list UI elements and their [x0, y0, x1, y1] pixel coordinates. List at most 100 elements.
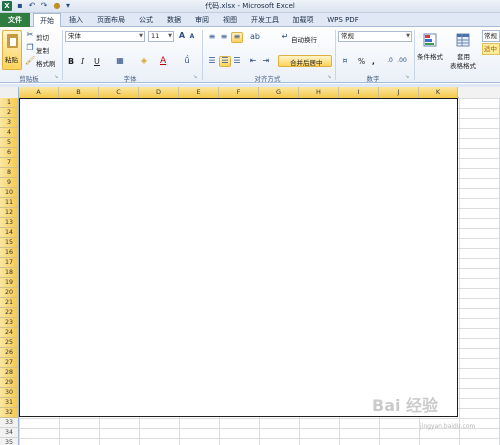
- font-launcher-icon[interactable]: ↘: [193, 74, 199, 80]
- font-name-select[interactable]: 宋体 ▼: [65, 31, 145, 42]
- font-color-button[interactable]: A: [160, 56, 166, 66]
- alignment-launcher-icon[interactable]: ↘: [327, 74, 333, 80]
- row-header-35[interactable]: 35: [0, 438, 19, 445]
- format-painter-icon[interactable]: 🖌: [25, 56, 35, 66]
- row-header-16[interactable]: 16: [0, 248, 19, 258]
- row-header-30[interactable]: 30: [0, 388, 19, 398]
- underline-button[interactable]: U: [94, 57, 100, 66]
- column-header-d[interactable]: D: [139, 87, 179, 98]
- conditional-formatting-button[interactable]: 条件格式: [417, 51, 443, 61]
- decrease-decimal-icon[interactable]: .00: [397, 56, 407, 66]
- number-launcher-icon[interactable]: ↘: [405, 74, 411, 80]
- tab-developer[interactable]: 开发工具: [246, 13, 284, 27]
- align-right-icon[interactable]: ☰: [232, 56, 242, 66]
- tab-addins[interactable]: 加载项: [288, 13, 318, 27]
- cell-style-neutral[interactable]: 适中: [482, 43, 500, 55]
- row-header-5[interactable]: 5: [0, 138, 19, 148]
- phonetic-icon[interactable]: ṹ: [182, 56, 192, 66]
- row-header-8[interactable]: 8: [0, 168, 19, 178]
- orientation-icon[interactable]: ab: [250, 32, 260, 42]
- increase-indent-icon[interactable]: ⇥: [261, 56, 271, 66]
- row-header-4[interactable]: 4: [0, 128, 19, 138]
- row-header-10[interactable]: 10: [0, 188, 19, 198]
- column-header-h[interactable]: H: [299, 87, 339, 98]
- tab-file[interactable]: 文件: [0, 13, 30, 27]
- row-header-28[interactable]: 28: [0, 368, 19, 378]
- row-header-2[interactable]: 2: [0, 108, 19, 118]
- grow-font-icon[interactable]: A: [177, 31, 187, 41]
- row-header-17[interactable]: 17: [0, 258, 19, 268]
- selected-range[interactable]: [19, 98, 458, 417]
- row-header-33[interactable]: 33: [0, 418, 19, 428]
- align-middle-icon[interactable]: ≡: [219, 32, 229, 42]
- row-header-24[interactable]: 24: [0, 328, 19, 338]
- format-as-table-label-2[interactable]: 表格格式: [450, 60, 476, 70]
- row-header-29[interactable]: 29: [0, 378, 19, 388]
- conditional-formatting-icon[interactable]: [423, 33, 437, 47]
- tab-insert[interactable]: 插入: [64, 13, 88, 27]
- row-header-31[interactable]: 31: [0, 398, 19, 408]
- format-painter-button[interactable]: 格式刷: [36, 58, 56, 68]
- font-size-select[interactable]: 11 ▼: [148, 31, 174, 42]
- row-header-25[interactable]: 25: [0, 338, 19, 348]
- clipboard-launcher-icon[interactable]: ↘: [54, 74, 60, 80]
- row-header-22[interactable]: 22: [0, 308, 19, 318]
- row-header-34[interactable]: 34: [0, 428, 19, 438]
- currency-icon[interactable]: ¤: [340, 56, 350, 66]
- cut-button[interactable]: 剪切: [36, 32, 49, 42]
- align-top-icon[interactable]: ≡: [207, 32, 217, 42]
- tab-page-layout[interactable]: 页面布局: [92, 13, 130, 27]
- shrink-font-icon[interactable]: A: [187, 32, 197, 42]
- tab-home[interactable]: 开始: [33, 13, 61, 28]
- copy-button[interactable]: 复制: [36, 45, 49, 55]
- fill-color-icon[interactable]: ◈: [139, 56, 149, 66]
- row-header-19[interactable]: 19: [0, 278, 19, 288]
- column-header-j[interactable]: J: [379, 87, 419, 98]
- row-header-3[interactable]: 3: [0, 118, 19, 128]
- row-header-21[interactable]: 21: [0, 298, 19, 308]
- tab-data[interactable]: 数据: [162, 13, 186, 27]
- copy-icon[interactable]: ❐: [25, 43, 35, 53]
- select-all-corner[interactable]: [0, 87, 19, 98]
- wrap-text-icon[interactable]: ↵: [280, 32, 290, 42]
- tab-formulas[interactable]: 公式: [134, 13, 158, 27]
- row-header-18[interactable]: 18: [0, 268, 19, 278]
- column-header-e[interactable]: E: [179, 87, 219, 98]
- wrap-text-button[interactable]: 自动换行: [291, 34, 317, 44]
- column-header-k[interactable]: K: [419, 87, 458, 98]
- row-header-6[interactable]: 6: [0, 148, 19, 158]
- column-header-f[interactable]: F: [219, 87, 259, 98]
- number-format-select[interactable]: 常规 ▼: [338, 31, 412, 42]
- row-header-13[interactable]: 13: [0, 218, 19, 228]
- increase-decimal-icon[interactable]: .0: [385, 56, 395, 66]
- row-header-14[interactable]: 14: [0, 228, 19, 238]
- row-header-1[interactable]: 1: [0, 98, 19, 108]
- row-header-9[interactable]: 9: [0, 178, 19, 188]
- format-as-table-icon[interactable]: [456, 33, 470, 47]
- italic-button[interactable]: I: [81, 57, 84, 66]
- decrease-indent-icon[interactable]: ⇤: [248, 56, 258, 66]
- column-header-g[interactable]: G: [259, 87, 299, 98]
- row-header-27[interactable]: 27: [0, 358, 19, 368]
- tab-view[interactable]: 视图: [218, 13, 242, 27]
- row-header-7[interactable]: 7: [0, 158, 19, 168]
- column-header-next[interactable]: [459, 87, 500, 98]
- border-icon[interactable]: ▦: [115, 56, 125, 66]
- percent-button[interactable]: %: [358, 57, 365, 66]
- column-header-i[interactable]: I: [339, 87, 379, 98]
- row-header-15[interactable]: 15: [0, 238, 19, 248]
- align-left-icon[interactable]: ☰: [207, 56, 217, 66]
- row-header-20[interactable]: 20: [0, 288, 19, 298]
- row-header-12[interactable]: 12: [0, 208, 19, 218]
- cell-style-normal[interactable]: 常规: [482, 30, 500, 42]
- tab-review[interactable]: 审阅: [190, 13, 214, 27]
- tab-wps-pdf[interactable]: WPS PDF: [322, 13, 364, 27]
- cut-icon[interactable]: ✂: [25, 30, 35, 40]
- column-header-b[interactable]: B: [59, 87, 99, 98]
- column-header-c[interactable]: C: [99, 87, 139, 98]
- bold-button[interactable]: B: [68, 57, 74, 66]
- row-header-11[interactable]: 11: [0, 198, 19, 208]
- row-header-32[interactable]: 32: [0, 408, 19, 418]
- row-header-26[interactable]: 26: [0, 348, 19, 358]
- row-header-23[interactable]: 23: [0, 318, 19, 328]
